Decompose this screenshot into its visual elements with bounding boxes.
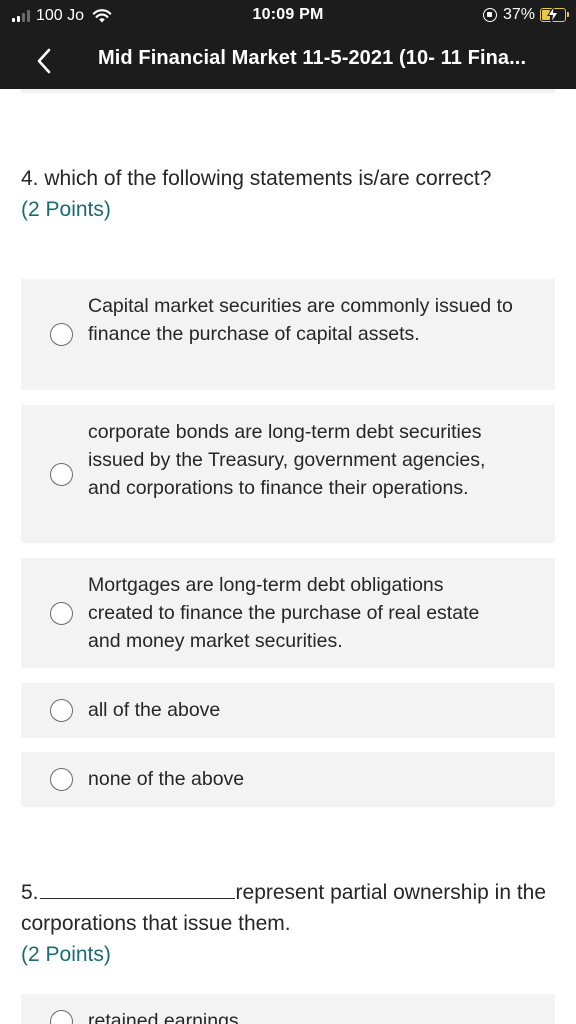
radio-button[interactable] [50,463,73,486]
question-text: which of the following statements is/are… [44,167,492,190]
option-corporate-bonds[interactable]: corporate bonds are long-term debt secur… [21,405,555,543]
previous-option-edge [21,89,555,93]
question-number: 5. [21,881,39,904]
form-title: Mid Financial Market 11-5-2021 (10- 11 F… [98,47,527,69]
question-points: (2 Points) [21,943,111,966]
option-none-of-the-above[interactable]: none of the above [21,752,555,807]
question-5: 5. represent partial ownership in the cor… [21,877,551,970]
radio-button[interactable] [50,323,73,346]
back-button[interactable] [30,46,58,76]
radio-button[interactable] [50,768,73,791]
battery-percent: 37% [502,6,535,23]
fill-in-blank [39,879,235,899]
nav-header: Mid Financial Market 11-5-2021 (10- 11 F… [0,34,576,89]
option-label: retained earnings [88,1010,239,1024]
radio-button[interactable] [50,699,73,722]
option-mortgages[interactable]: Mortgages are long-term debt obligations… [21,558,555,668]
question-4: 4. which of the following statements is/… [21,163,541,225]
option-label: none of the above [88,768,245,790]
battery-charging-icon [540,6,569,23]
question-points: (2 Points) [21,198,111,221]
status-right: 37% [482,5,569,25]
option-retained-earnings[interactable]: retained earnings [21,994,555,1024]
bolt-icon [547,6,559,23]
option-label: corporate bonds are long-term debt secur… [88,421,486,499]
radio-button[interactable] [50,602,73,625]
question-number: 4. [21,167,39,190]
option-label: all of the above [88,699,221,721]
option-label: Capital market securities are commonly i… [88,295,513,345]
option-label: Mortgages are long-term debt obligations… [88,574,480,652]
chevron-left-icon [37,48,51,74]
option-capital-market[interactable]: Capital market securities are commonly i… [21,279,555,390]
status-bar: 100 Jo 10:09 PM 37% [0,0,576,34]
radio-button[interactable] [50,1010,73,1024]
rotation-lock-icon [482,8,497,22]
option-all-of-the-above[interactable]: all of the above [21,683,555,738]
